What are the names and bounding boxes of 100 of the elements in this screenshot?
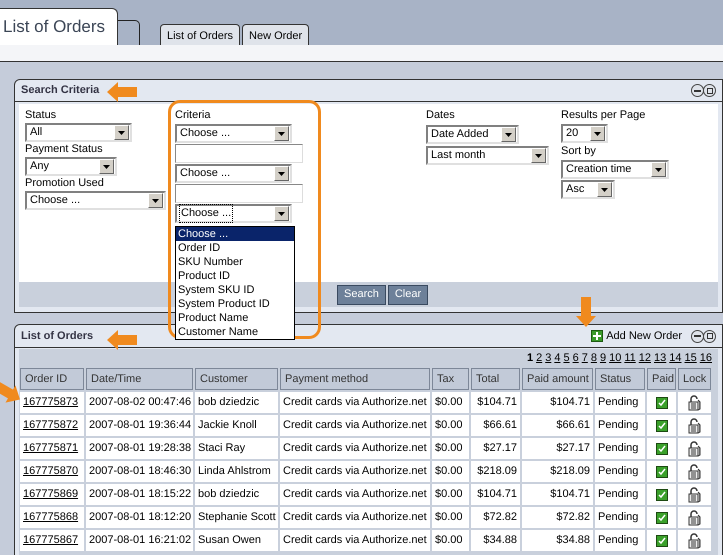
column-header[interactable]: Total bbox=[471, 368, 520, 390]
page-link[interactable]: 10 bbox=[609, 350, 622, 366]
maximize-icon[interactable] bbox=[703, 84, 716, 97]
page-link[interactable]: 5 bbox=[563, 350, 570, 366]
column-header[interactable]: Tax bbox=[432, 368, 469, 390]
paid-checkbox[interactable] bbox=[656, 420, 668, 432]
table-cell: Pending bbox=[595, 415, 645, 436]
table-cell: $72.82 bbox=[522, 507, 593, 528]
column-header[interactable]: Customer bbox=[195, 368, 278, 390]
page-link[interactable]: 15 bbox=[684, 350, 697, 366]
column-header[interactable]: Paid amount bbox=[522, 368, 593, 390]
column-header[interactable]: Order ID bbox=[20, 368, 84, 390]
date-type-dropdown[interactable]: Date Added bbox=[426, 125, 519, 144]
padlock-icon[interactable] bbox=[688, 486, 701, 502]
table-cell: $72.82 bbox=[471, 507, 520, 528]
table-cell: $0.00 bbox=[432, 415, 469, 436]
paid-checkbox[interactable] bbox=[656, 534, 668, 546]
table-cell: $0.00 bbox=[432, 438, 469, 459]
field-label: Criteria bbox=[175, 108, 212, 123]
page-link[interactable]: 3 bbox=[545, 350, 552, 366]
table-cell: $66.61 bbox=[471, 415, 520, 436]
column-header[interactable]: Paid bbox=[647, 368, 676, 390]
page-link[interactable]: 8 bbox=[590, 350, 597, 366]
promotion-dropdown[interactable]: Choose ... bbox=[25, 191, 166, 210]
table-cell: $27.17 bbox=[522, 438, 593, 459]
field-label: Sort by bbox=[561, 144, 597, 159]
padlock-icon[interactable] bbox=[688, 394, 701, 410]
table-cell: Pending bbox=[595, 438, 645, 459]
column-header[interactable]: Lock bbox=[678, 368, 711, 390]
text-field[interactable] bbox=[175, 144, 303, 163]
maximize-icon[interactable] bbox=[703, 330, 716, 342]
tab[interactable]: List of Orders bbox=[160, 24, 240, 45]
caret-icon bbox=[148, 193, 163, 208]
table-cell: $218.09 bbox=[471, 461, 520, 482]
table-cell: $0.00 bbox=[432, 484, 469, 505]
caret-icon bbox=[597, 182, 612, 197]
sort-field-dropdown[interactable]: Creation time bbox=[561, 160, 669, 179]
panel-title: Search Criteria bbox=[21, 83, 100, 98]
caret-icon bbox=[531, 148, 546, 163]
padlock-icon[interactable] bbox=[688, 440, 701, 456]
table-cell: 2007-08-02 00:47:46 bbox=[86, 392, 193, 413]
add-order-button[interactable]: Add New Order bbox=[591, 328, 682, 344]
table-cell: Credit cards via Authorize.net bbox=[280, 507, 430, 528]
table-cell: Stephanie Scott bbox=[195, 507, 278, 528]
page-link[interactable]: 1 bbox=[526, 350, 534, 366]
paid-checkbox[interactable] bbox=[656, 442, 668, 454]
table-cell: $104.71 bbox=[471, 392, 520, 413]
padlock-icon[interactable] bbox=[688, 464, 701, 480]
field-label: Payment Status bbox=[25, 142, 104, 157]
plus-icon bbox=[591, 330, 604, 342]
tab[interactable]: New Order bbox=[242, 24, 310, 45]
sort-order-dropdown[interactable]: Asc bbox=[561, 180, 615, 199]
table-cell: 2007-08-01 19:28:38 bbox=[86, 438, 193, 459]
page-link[interactable]: 2 bbox=[536, 350, 542, 366]
dropdown-option[interactable]: Choose ... bbox=[176, 227, 294, 241]
minimize-icon[interactable] bbox=[691, 330, 704, 342]
pointer-arrow bbox=[107, 82, 137, 102]
caret-icon bbox=[274, 166, 289, 181]
padlock-icon[interactable] bbox=[688, 532, 701, 548]
table-cell: Pending bbox=[595, 484, 645, 505]
page-link[interactable]: 9 bbox=[600, 350, 606, 366]
table-cell: $34.88 bbox=[522, 530, 593, 551]
table-cell: 2007-08-01 16:21:02 bbox=[86, 530, 193, 551]
button[interactable]: Clear bbox=[388, 284, 428, 304]
paid-checkbox[interactable] bbox=[656, 488, 668, 500]
page-link[interactable]: 13 bbox=[654, 350, 666, 366]
table-cell: Pending bbox=[595, 461, 645, 482]
field-label: Dates bbox=[426, 108, 456, 123]
page-link[interactable]: 4 bbox=[554, 350, 560, 366]
column-header[interactable]: Payment method bbox=[280, 368, 430, 390]
table-cell: $0.00 bbox=[432, 461, 469, 482]
status-dropdown[interactable]: All bbox=[25, 123, 132, 142]
page-link[interactable]: 12 bbox=[638, 350, 651, 366]
column-header[interactable]: Date/Time bbox=[86, 368, 193, 390]
criteria-dropdown[interactable]: Choose ... bbox=[175, 204, 292, 223]
padlock-icon[interactable] bbox=[688, 418, 701, 434]
minimize-icon[interactable] bbox=[691, 84, 704, 97]
payment-status-dropdown[interactable]: Any bbox=[25, 157, 117, 176]
table-cell: Credit cards via Authorize.net bbox=[280, 392, 430, 413]
results-dropdown[interactable]: 20 bbox=[561, 124, 608, 143]
column-header[interactable]: Status bbox=[595, 368, 645, 390]
page-link[interactable]: 11 bbox=[624, 350, 636, 366]
button[interactable]: Search bbox=[337, 284, 386, 304]
date-range-dropdown[interactable]: Last month bbox=[426, 146, 549, 165]
table-cell: $218.09 bbox=[522, 461, 593, 482]
paid-checkbox[interactable] bbox=[656, 512, 668, 524]
text-field[interactable] bbox=[175, 184, 303, 203]
table-cell: bob dziedzic bbox=[195, 484, 278, 505]
paid-checkbox[interactable] bbox=[656, 466, 668, 478]
criteria-dropdown[interactable]: Choose ... bbox=[175, 124, 292, 143]
page-link[interactable]: 14 bbox=[669, 350, 682, 366]
caret-icon bbox=[274, 206, 289, 221]
padlock-icon[interactable] bbox=[688, 510, 701, 526]
page-link[interactable]: 16 bbox=[700, 350, 712, 366]
panel-title: List of Orders bbox=[21, 328, 94, 344]
paid-checkbox[interactable] bbox=[656, 396, 668, 408]
page-link[interactable]: 7 bbox=[582, 350, 588, 366]
criteria-dropdown[interactable]: Choose ... bbox=[175, 164, 292, 183]
page-link[interactable]: 6 bbox=[572, 350, 579, 366]
caret-icon bbox=[274, 126, 289, 141]
